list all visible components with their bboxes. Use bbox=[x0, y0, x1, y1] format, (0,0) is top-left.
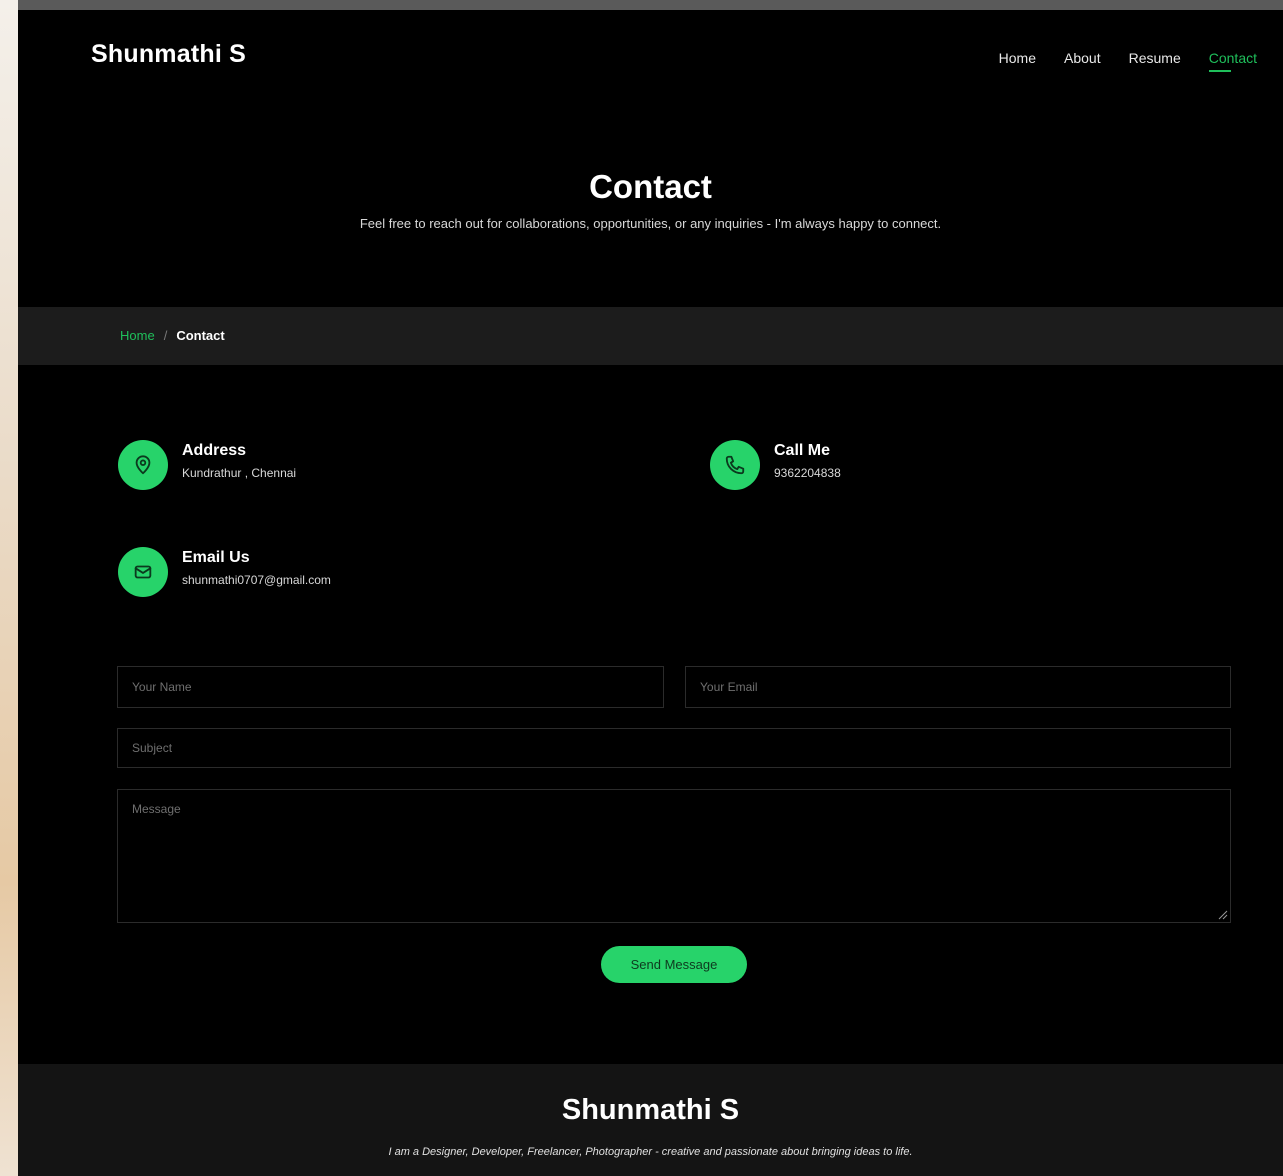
footer-tagline: I am a Designer, Developer, Freelancer, … bbox=[388, 1146, 913, 1158]
email-label: Email Us bbox=[182, 549, 250, 566]
subject-input[interactable] bbox=[117, 728, 1231, 768]
email-icon-circle bbox=[118, 547, 168, 597]
address-icon-circle bbox=[118, 440, 168, 490]
phone-icon bbox=[725, 455, 745, 475]
message-textarea[interactable] bbox=[117, 789, 1231, 923]
call-icon-circle bbox=[710, 440, 760, 490]
name-input[interactable] bbox=[117, 666, 664, 708]
address-value: Kundrathur , Chennai bbox=[182, 466, 297, 480]
nav-resume[interactable]: Resume bbox=[1129, 50, 1181, 72]
info-email: Email Us shunmathi0707@gmail.com bbox=[118, 547, 331, 597]
call-label: Call Me bbox=[774, 442, 831, 459]
breadcrumb-separator: / bbox=[163, 328, 168, 343]
main-nav: Home About Resume Contact bbox=[971, 50, 1257, 72]
message-wrapper bbox=[117, 789, 1231, 923]
contact-page: Shunmathi S Home About Resume Contact Co… bbox=[18, 10, 1283, 1176]
map-pin-icon bbox=[135, 455, 151, 475]
page-subtitle: Feel free to reach out for collaboration… bbox=[359, 216, 942, 231]
breadcrumb-home[interactable]: Home bbox=[120, 328, 155, 343]
page-hero: Contact Feel free to reach out for colla… bbox=[18, 106, 1283, 307]
breadcrumb: Home / Contact bbox=[18, 307, 1283, 365]
site-header: Shunmathi S Home About Resume Contact bbox=[18, 10, 1283, 106]
info-call: Call Me 9362204838 bbox=[710, 440, 841, 490]
breadcrumb-current: Contact bbox=[176, 328, 225, 343]
address-label: Address bbox=[182, 442, 247, 459]
send-message-button[interactable]: Send Message bbox=[601, 946, 747, 983]
call-value[interactable]: 9362204838 bbox=[774, 466, 841, 480]
email-value[interactable]: shunmathi0707@gmail.com bbox=[182, 573, 331, 587]
nav-about[interactable]: About bbox=[1064, 50, 1101, 72]
footer-brand: Shunmathi S bbox=[561, 1094, 740, 1126]
backdrop bbox=[0, 0, 18, 1176]
email-input[interactable] bbox=[685, 666, 1231, 708]
site-footer: Shunmathi S I am a Designer, Developer, … bbox=[18, 1064, 1283, 1176]
page-title: Contact bbox=[589, 168, 712, 205]
brand-logo[interactable]: Shunmathi S bbox=[91, 40, 246, 69]
nav-contact[interactable]: Contact bbox=[1208, 50, 1257, 72]
envelope-icon bbox=[134, 565, 152, 579]
window-top-bar bbox=[18, 0, 1283, 10]
info-address: Address Kundrathur , Chennai bbox=[118, 440, 296, 490]
nav-home[interactable]: Home bbox=[999, 50, 1036, 72]
resize-handle-icon[interactable] bbox=[1216, 908, 1228, 920]
